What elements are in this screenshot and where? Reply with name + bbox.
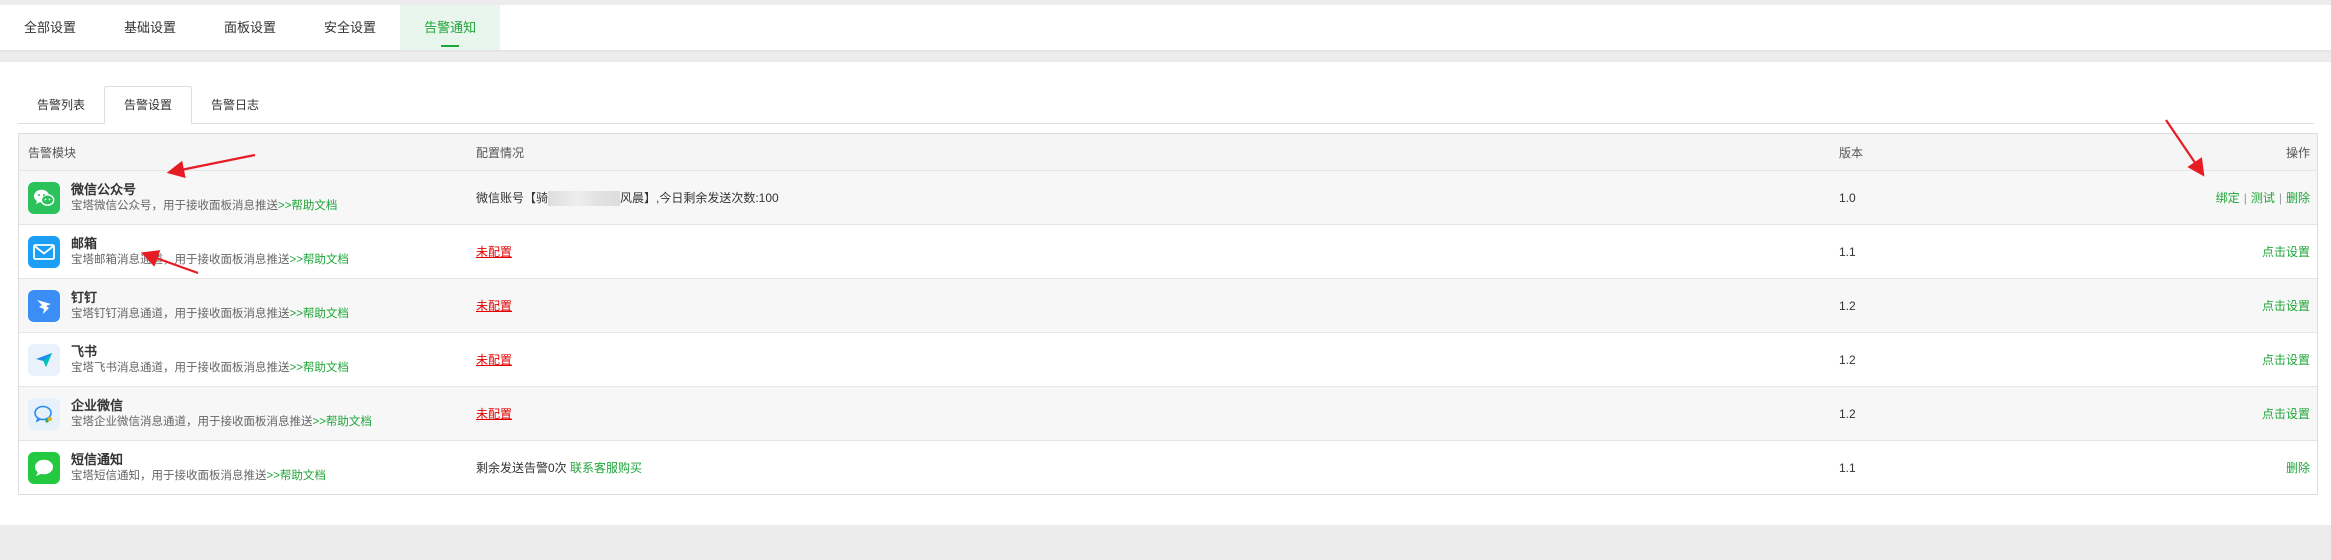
tab-all-settings[interactable]: 全部设置 — [0, 5, 100, 50]
mail-icon — [28, 235, 60, 268]
header-actions: 操作 — [2285, 145, 2310, 160]
module-name: 企业微信 — [71, 397, 124, 413]
version: 1.1 — [1839, 460, 1856, 475]
delete-button[interactable]: 删除 — [2286, 461, 2310, 475]
table-row: 邮箱 宝塔邮箱消息通道，用于接收面板消息推送>>帮助文档 未配置 1.1 点击设… — [19, 225, 2317, 279]
module-desc: 宝塔飞书消息通道，用于接收面板消息推送 — [71, 361, 290, 374]
setup-button[interactable]: 点击设置 — [2262, 407, 2310, 421]
config-status: 剩余发送告警0次 联系客服购买 — [476, 461, 643, 475]
module-desc: 宝塔企业微信消息通道，用于接收面板消息推送 — [71, 415, 313, 428]
header-module: 告警模块 — [28, 145, 77, 160]
bind-button[interactable]: 绑定 — [2216, 191, 2240, 205]
help-doc-link[interactable]: >>帮助文档 — [290, 362, 349, 374]
feishu-icon — [28, 343, 60, 376]
subtab-alert-settings[interactable]: 告警设置 — [104, 86, 193, 124]
help-doc-link[interactable]: >>帮助文档 — [313, 416, 372, 428]
version: 1.2 — [1839, 298, 1856, 313]
module-desc: 宝塔邮箱消息通道，用于接收面板消息推送 — [71, 253, 290, 266]
module-desc: 宝塔短信通知，用于接收面板消息推送 — [71, 469, 267, 482]
not-configured-link[interactable]: 未配置 — [476, 299, 512, 313]
table-row: 微信公众号 宝塔微信公众号，用于接收面板消息推送>>帮助文档 微信账号【骑 风晨】… — [19, 171, 2317, 225]
contact-purchase-link[interactable]: 联系客服购买 — [570, 461, 642, 475]
module-desc: 宝塔微信公众号，用于接收面板消息推送 — [71, 199, 278, 212]
delete-button[interactable]: 删除 — [2286, 191, 2310, 205]
test-button[interactable]: 测试 — [2251, 191, 2275, 205]
help-doc-link[interactable]: >>帮助文档 — [290, 308, 349, 320]
table-row: 企业微信 宝塔企业微信消息通道，用于接收面板消息推送>>帮助文档 未配置 1.2… — [19, 387, 2317, 441]
module-name: 微信公众号 — [71, 181, 137, 197]
version: 1.1 — [1839, 244, 1856, 259]
top-nav: 全部设置 基础设置 面板设置 安全设置 告警通知 — [0, 5, 2331, 50]
not-configured-link[interactable]: 未配置 — [476, 407, 512, 421]
help-doc-link[interactable]: >>帮助文档 — [290, 254, 349, 266]
subtab-alert-log[interactable]: 告警日志 — [192, 87, 278, 123]
version: 1.2 — [1839, 352, 1856, 367]
help-doc-link[interactable]: >>帮助文档 — [278, 200, 337, 212]
version: 1.0 — [1839, 190, 1856, 205]
help-doc-link[interactable]: >>帮助文档 — [267, 470, 326, 482]
dingtalk-icon — [28, 289, 60, 322]
tab-alert-notify[interactable]: 告警通知 — [400, 5, 501, 50]
main-panel: 告警列表 告警设置 告警日志 告警模块 配置情况 版本 操作 微信公众号 宝塔微… — [0, 62, 2331, 525]
wechat-mp-icon — [28, 181, 60, 214]
module-name: 飞书 — [71, 343, 98, 359]
alert-module-table: 告警模块 配置情况 版本 操作 微信公众号 宝塔微信公众号，用于接收面板消息推送… — [18, 133, 2318, 495]
sub-tabs: 告警列表 告警设置 告警日志 — [18, 86, 2314, 124]
subtab-alert-list[interactable]: 告警列表 — [18, 87, 104, 123]
header-config: 配置情况 — [476, 145, 525, 160]
config-status: 微信账号【骑 风晨】,今日剩余发送次数:100 — [476, 190, 779, 207]
module-name: 邮箱 — [71, 235, 98, 251]
setup-button[interactable]: 点击设置 — [2262, 245, 2310, 259]
sms-icon — [28, 451, 60, 484]
header-version: 版本 — [1839, 145, 1864, 160]
tab-security-settings[interactable]: 安全设置 — [300, 5, 400, 50]
tab-basic-settings[interactable]: 基础设置 — [100, 5, 200, 50]
table-header: 告警模块 配置情况 版本 操作 — [19, 134, 2317, 171]
version: 1.2 — [1839, 406, 1856, 421]
not-configured-link[interactable]: 未配置 — [476, 353, 512, 367]
redacted-block — [548, 191, 621, 207]
setup-button[interactable]: 点击设置 — [2262, 299, 2310, 313]
wecom-icon — [28, 397, 60, 430]
not-configured-link[interactable]: 未配置 — [476, 245, 512, 259]
table-row: 钉钉 宝塔钉钉消息通道，用于接收面板消息推送>>帮助文档 未配置 1.2 点击设… — [19, 279, 2317, 333]
tab-panel-settings[interactable]: 面板设置 — [200, 5, 300, 50]
table-row: 短信通知 宝塔短信通知，用于接收面板消息推送>>帮助文档 剩余发送告警0次 联系… — [19, 441, 2317, 494]
module-name: 钉钉 — [71, 289, 98, 305]
module-name: 短信通知 — [71, 451, 124, 467]
table-row: 飞书 宝塔飞书消息通道，用于接收面板消息推送>>帮助文档 未配置 1.2 点击设… — [19, 333, 2317, 387]
setup-button[interactable]: 点击设置 — [2262, 353, 2310, 367]
module-desc: 宝塔钉钉消息通道，用于接收面板消息推送 — [71, 307, 290, 320]
table-body: 微信公众号 宝塔微信公众号，用于接收面板消息推送>>帮助文档 微信账号【骑 风晨】… — [19, 171, 2317, 494]
